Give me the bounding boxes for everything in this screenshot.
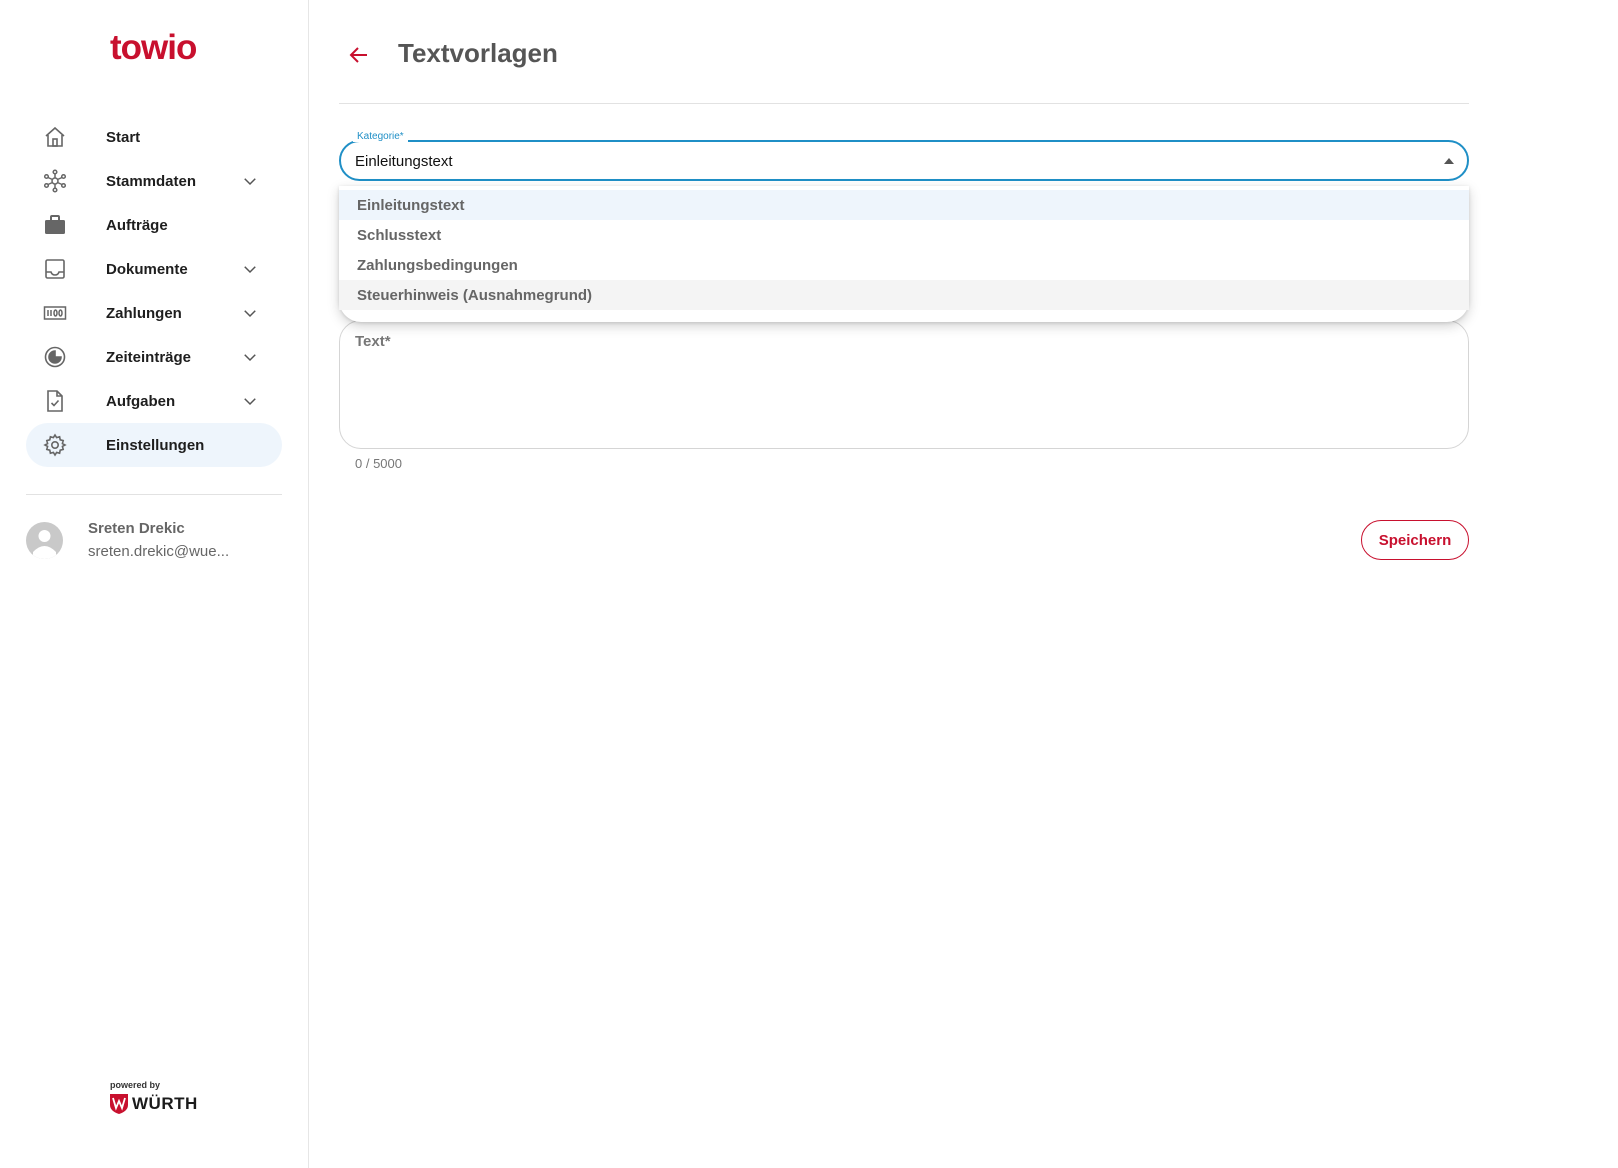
avatar <box>26 522 63 559</box>
back-button[interactable] <box>344 40 374 70</box>
money-icon <box>43 301 67 325</box>
wuerth-mark-icon <box>110 1094 128 1114</box>
gear-icon <box>43 433 67 457</box>
clock-icon <box>43 345 67 369</box>
sidebar-item-label: Dokumente <box>106 260 188 278</box>
page-header: Textvorlagen <box>340 30 1468 80</box>
powered-by-wuerth: powered by WÜRTH <box>110 1080 198 1114</box>
category-select-value: Einleitungstext <box>355 153 453 170</box>
sidebar-item-label: Aufträge <box>106 216 168 234</box>
app-root: towio Start Stammdaten Aufträge Dokument… <box>0 0 1618 1168</box>
sidebar-item-label: Einstellungen <box>106 436 205 454</box>
powered-by-label: powered by <box>110 1080 161 1090</box>
dropdown-option-schlusstext[interactable]: Schlusstext <box>339 220 1469 250</box>
category-select[interactable]: Kategorie* Einleitungstext <box>339 131 1469 181</box>
sidebar-divider <box>26 494 282 495</box>
dropdown-option-zahlungsbedingungen[interactable]: Zahlungsbedingungen <box>339 250 1469 280</box>
sidebar-item-label: Aufgaben <box>106 392 176 410</box>
sidebar-item-auftraege[interactable]: Aufträge <box>26 203 282 247</box>
wuerth-wordmark: WÜRTH <box>132 1094 198 1113</box>
sidebar-nav: Start Stammdaten Aufträge Dokumente Zahl… <box>26 115 282 467</box>
sidebar-item-aufgaben[interactable]: Aufgaben <box>26 379 282 423</box>
header-divider <box>339 103 1469 104</box>
chevron-down-icon[interactable] <box>241 260 259 278</box>
save-button[interactable]: Speichern <box>1361 520 1469 560</box>
sidebar-item-label: Zahlungen <box>106 304 182 322</box>
sidebar-item-label: Start <box>106 128 141 146</box>
home-icon <box>43 125 67 149</box>
sidebar-item-zeiteintraege[interactable]: Zeiteinträge <box>26 335 282 379</box>
dropdown-option-einleitungstext[interactable]: Einleitungstext <box>339 190 1469 220</box>
user-name: Sreten Drekic <box>88 520 185 537</box>
arrow-left-icon <box>349 47 367 63</box>
category-dropdown-menu: Einleitungstext Schlusstext Zahlungsbedi… <box>339 186 1469 322</box>
text-field-label: Text* <box>355 333 391 350</box>
category-select-label: Kategorie* <box>353 131 408 142</box>
chevron-down-icon[interactable] <box>241 392 259 410</box>
chevron-down-icon[interactable] <box>241 172 259 190</box>
sidebar-item-label: Zeiteinträge <box>106 348 192 366</box>
sidebar-item-start[interactable]: Start <box>26 115 282 159</box>
sidebar: towio Start Stammdaten Aufträge Dokument… <box>0 0 309 1168</box>
user-profile[interactable]: Sreten Drekic sreten.drekic@wue... <box>26 518 286 568</box>
user-avatar-icon <box>33 530 56 559</box>
wuerth-logo: WÜRTH <box>110 1094 198 1114</box>
sidebar-item-zahlungen[interactable]: Zahlungen <box>26 291 282 335</box>
caret-up-icon[interactable] <box>1443 155 1455 167</box>
towio-logo[interactable]: towio <box>110 28 197 68</box>
page-title: Textvorlagen <box>398 38 558 68</box>
text-field[interactable]: Text* <box>339 320 1469 449</box>
dropdown-option-steuerhinweis[interactable]: Steuerhinweis (Ausnahmegrund) <box>339 280 1469 310</box>
chevron-down-icon[interactable] <box>241 304 259 322</box>
task-document-icon <box>43 389 67 413</box>
sidebar-item-stammdaten[interactable]: Stammdaten <box>26 159 282 203</box>
chevron-down-icon[interactable] <box>241 348 259 366</box>
briefcase-icon <box>43 213 67 237</box>
inbox-icon <box>43 257 67 281</box>
sidebar-item-label: Stammdaten <box>106 172 197 190</box>
network-icon <box>43 169 67 193</box>
character-counter: 0 / 5000 <box>355 456 402 471</box>
user-email: sreten.drekic@wue... <box>88 543 230 560</box>
sidebar-item-dokumente[interactable]: Dokumente <box>26 247 282 291</box>
sidebar-item-einstellungen[interactable]: Einstellungen <box>26 423 282 467</box>
